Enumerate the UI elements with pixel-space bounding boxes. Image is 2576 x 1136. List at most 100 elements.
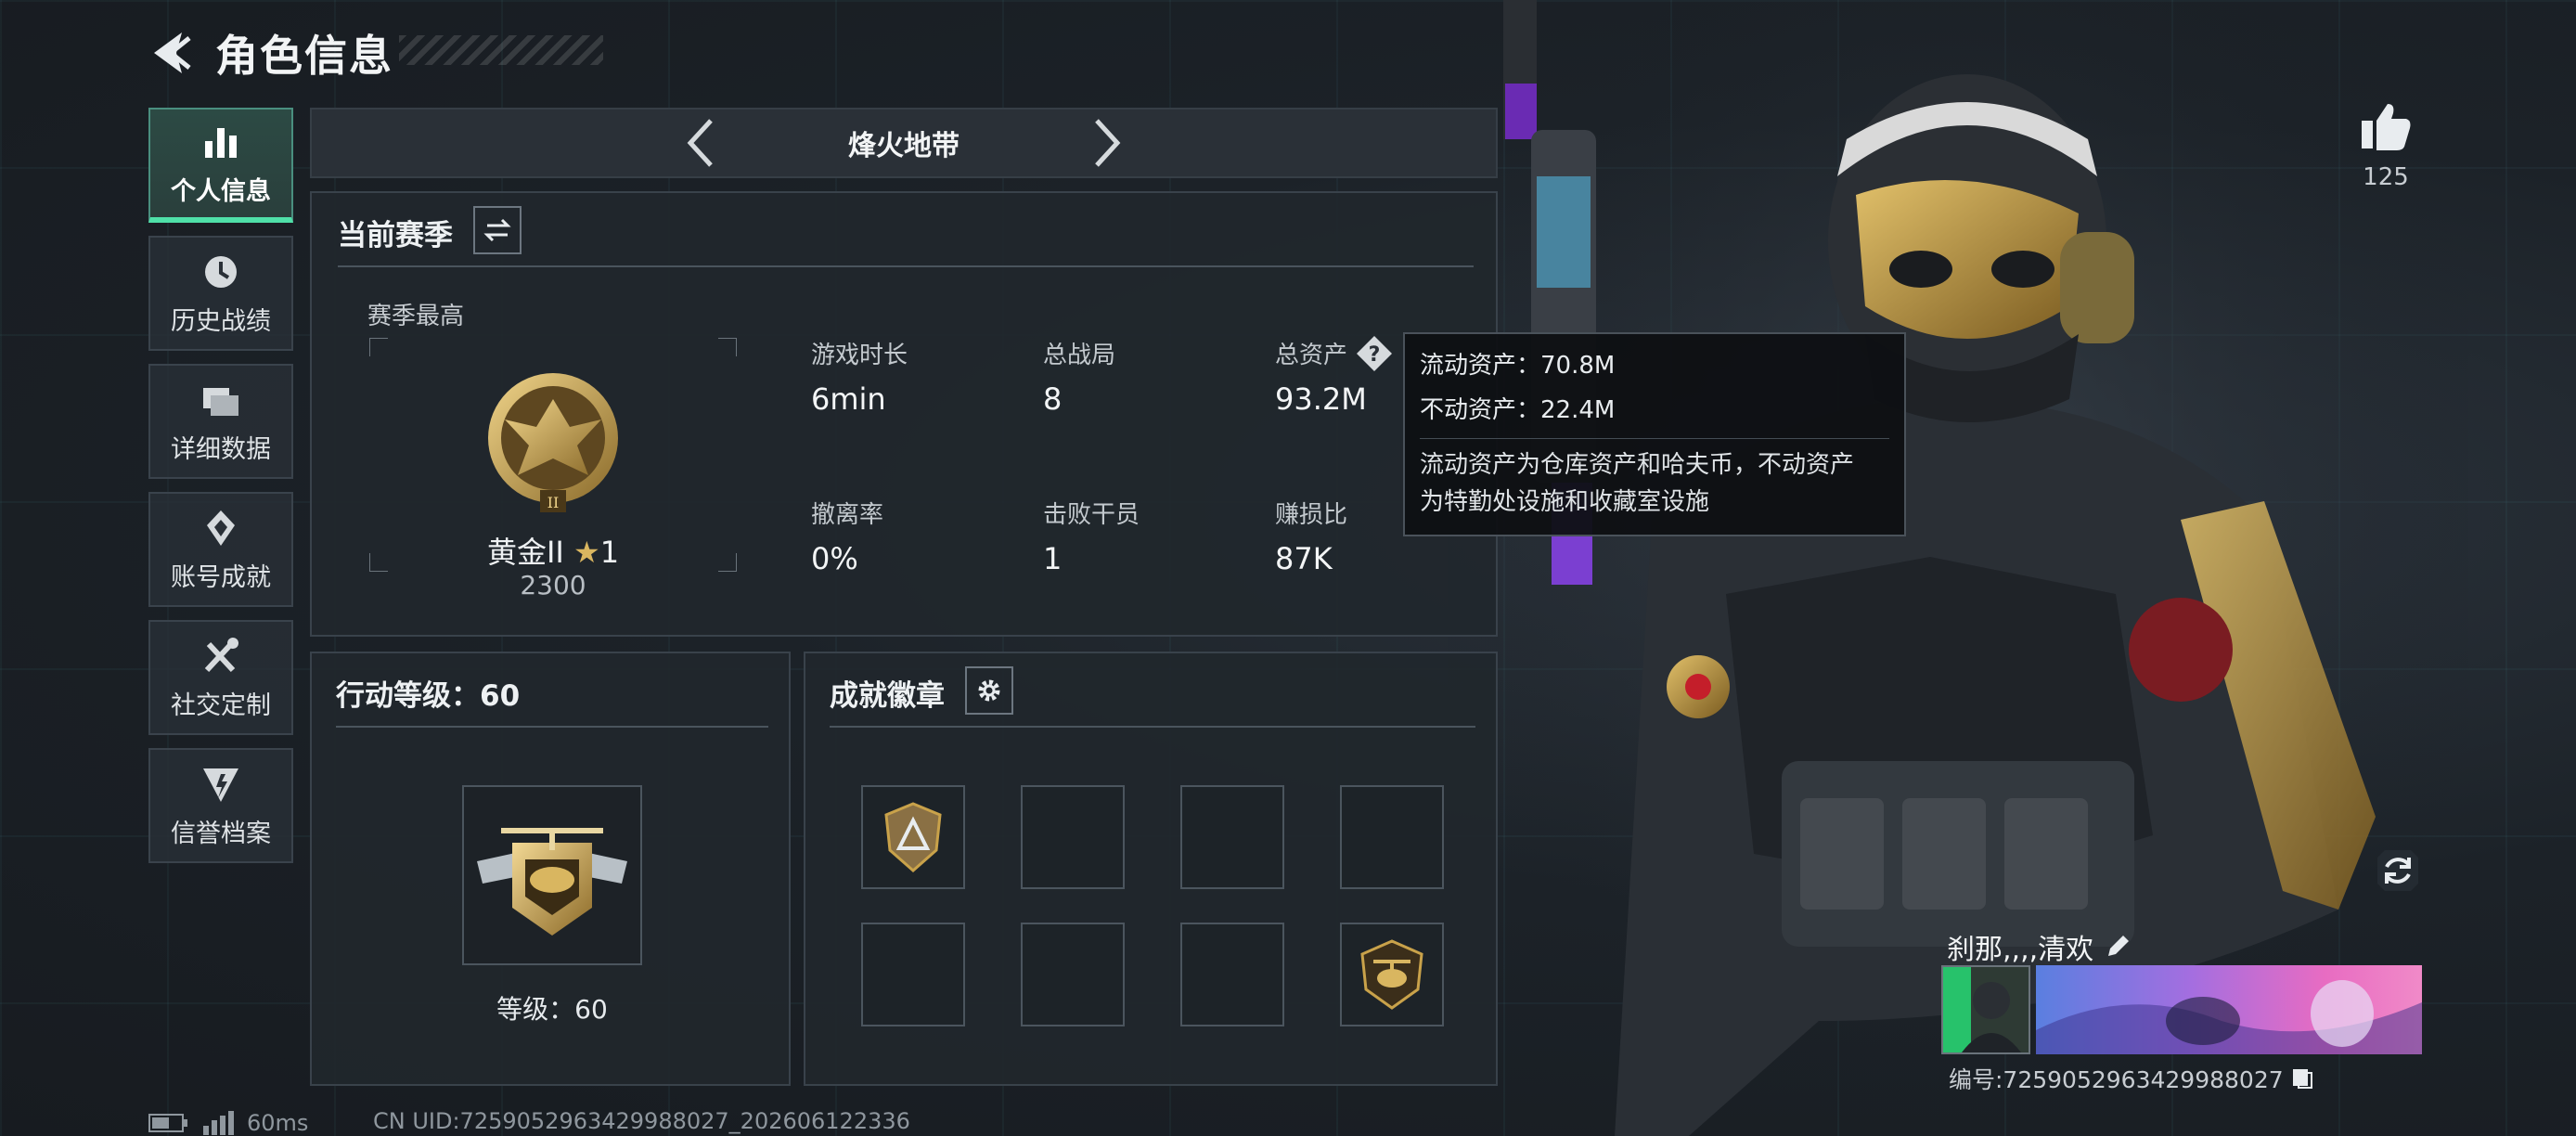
sidebar-item-label: 详细数据 <box>171 434 271 464</box>
badge-slot[interactable] <box>861 923 965 1026</box>
stat-value: 0% <box>811 541 858 576</box>
helicopter-badge-icon <box>1360 939 1423 1010</box>
player-name-text: 刹那,,,,清欢 <box>1947 934 2094 966</box>
tooltip-note-line: 流动资产为仓库资产和哈夫币，不动资产 <box>1420 451 1855 479</box>
refresh-icon[interactable] <box>2372 845 2424 897</box>
tools-icon <box>204 637 238 672</box>
like-count: 125 <box>2363 163 2409 191</box>
stat-label: 撤离率 <box>811 501 884 529</box>
mode-selector: 烽火地带 <box>310 108 1498 178</box>
player-id: 编号:7259052963429988027 <box>1949 1062 2313 1095</box>
copy-icon[interactable] <box>2291 1067 2313 1090</box>
divider <box>338 265 1474 267</box>
thumbs-up-icon <box>2362 104 2411 150</box>
player-name: 刹那,,,,清欢 <box>1947 926 2131 967</box>
badge-slot[interactable] <box>861 785 965 889</box>
swap-icon <box>483 218 511 242</box>
badge-slot[interactable] <box>1180 923 1284 1026</box>
player-avatar[interactable] <box>1941 965 2030 1054</box>
rank-stars: 1 <box>599 535 620 570</box>
chevron-right-icon[interactable] <box>1089 115 1127 171</box>
tooltip-liquid-assets: 流动资产：70.8M <box>1420 352 1616 380</box>
page-title: 角色信息 <box>215 31 393 81</box>
stat-value: 87K <box>1275 541 1333 576</box>
season-title: 当前赛季 <box>338 219 453 252</box>
rank-frame: II 黄金II ★1 2300 <box>369 338 737 600</box>
rank-name: 黄金II ★1 <box>369 529 737 572</box>
like-widget[interactable]: 125 <box>2353 100 2418 191</box>
achievement-icon <box>207 510 235 546</box>
rank-tier: 黄金II <box>486 535 564 570</box>
badge-slot[interactable] <box>1180 785 1284 889</box>
tooltip-note-line: 为特勤处设施和收藏室设施 <box>1420 488 1710 516</box>
sidebar-item-history[interactable]: 历史战绩 <box>148 236 293 351</box>
badge-slot[interactable] <box>1340 785 1444 889</box>
badge-slot[interactable] <box>1021 785 1125 889</box>
status-bar: 60ms <box>148 1110 308 1136</box>
page-header: 角色信息 <box>148 20 393 85</box>
stat-kills: 击败干员 1 <box>1043 496 1140 576</box>
title-decoration <box>399 35 603 65</box>
badge-settings-button[interactable] <box>965 666 1013 715</box>
svg-text:II: II <box>547 494 560 511</box>
gear-icon <box>978 679 1000 702</box>
ping-value: 60ms <box>247 1110 309 1136</box>
sidebar-item-label: 信誉档案 <box>171 819 271 848</box>
helicopter-emblem-icon <box>477 828 627 936</box>
sidebar-item-label: 历史战绩 <box>171 306 271 336</box>
badges-title: 成就徽章 <box>830 679 945 713</box>
avatar-image <box>1943 967 2029 1052</box>
bar-chart-icon <box>205 127 237 158</box>
stat-label: 击败干员 <box>1043 501 1140 529</box>
season-best-label: 赛季最高 <box>367 303 465 330</box>
stat-total-matches: 总战局 8 <box>1043 336 1115 417</box>
divider <box>830 726 1475 728</box>
sidebar-item-achievements[interactable]: 账号成就 <box>148 492 293 607</box>
help-icon[interactable]: ? <box>1355 334 1394 373</box>
sidebar-item-label: 个人信息 <box>171 176 271 206</box>
player-banner[interactable] <box>2036 965 2422 1054</box>
folder-icon <box>203 387 238 416</box>
shield-badge-icon <box>884 802 942 872</box>
sidebar-item-credit[interactable]: 信誉档案 <box>148 748 293 863</box>
tooltip-divider <box>1420 438 1889 439</box>
level-title: 行动等级：60 <box>336 679 521 713</box>
level-emblem-frame <box>462 785 642 965</box>
svg-text:?: ? <box>1369 343 1381 367</box>
gold-rank-medal-icon: II <box>488 373 618 512</box>
season-panel: 当前赛季 赛季最高 II 黄金II ★1 2300 游戏时长 6min 总战局 … <box>310 191 1498 637</box>
level-panel: 行动等级：60 等级：60 <box>310 652 791 1086</box>
back-arrow-icon[interactable] <box>148 25 195 81</box>
sidebar-item-social[interactable]: 社交定制 <box>148 620 293 735</box>
stat-play-time: 游戏时长 6min <box>811 336 908 417</box>
sidebar-item-label: 账号成就 <box>171 562 271 592</box>
history-icon <box>205 255 237 288</box>
stat-label: 总资产 <box>1275 342 1348 369</box>
assets-tooltip: 流动资产：70.8M 不动资产：22.4M 流动资产为仓库资产和哈夫币，不动资产… <box>1403 332 1906 536</box>
edit-pencil-icon[interactable] <box>2105 934 2131 960</box>
stat-value: 6min <box>811 381 886 417</box>
stat-profit-ratio: 赚损比 87K <box>1275 496 1347 576</box>
stat-total-assets: 总资产 93.2M <box>1275 336 1367 417</box>
sidebar-item-personal-info[interactable]: 个人信息 <box>148 108 293 223</box>
tooltip-fixed-assets: 不动资产：22.4M <box>1420 396 1616 424</box>
season-switch-button[interactable] <box>473 206 522 254</box>
sidebar: 个人信息 历史战绩 详细数据 账号成就 社交定制 信誉档案 <box>148 108 293 876</box>
badge-slot[interactable] <box>1021 923 1125 1026</box>
divider <box>336 726 768 728</box>
battery-icon <box>148 1114 187 1132</box>
stat-value: 93.2M <box>1275 381 1367 417</box>
stat-label: 总战局 <box>1043 342 1116 369</box>
badge-slot[interactable] <box>1340 923 1444 1026</box>
sidebar-item-label: 社交定制 <box>171 691 271 720</box>
badges-panel: 成就徽章 <box>804 652 1498 1086</box>
stat-label: 游戏时长 <box>811 342 908 369</box>
credit-icon <box>203 768 238 802</box>
sidebar-item-detailed-data[interactable]: 详细数据 <box>148 364 293 479</box>
stat-extraction-rate: 撤离率 0% <box>811 496 883 576</box>
stat-value: 8 <box>1043 381 1063 417</box>
star-icon: ★ <box>573 535 600 570</box>
chevron-left-icon[interactable] <box>681 115 718 171</box>
signal-icon <box>203 1111 234 1135</box>
player-id-text: 编号:7259052963429988027 <box>1949 1066 2284 1093</box>
